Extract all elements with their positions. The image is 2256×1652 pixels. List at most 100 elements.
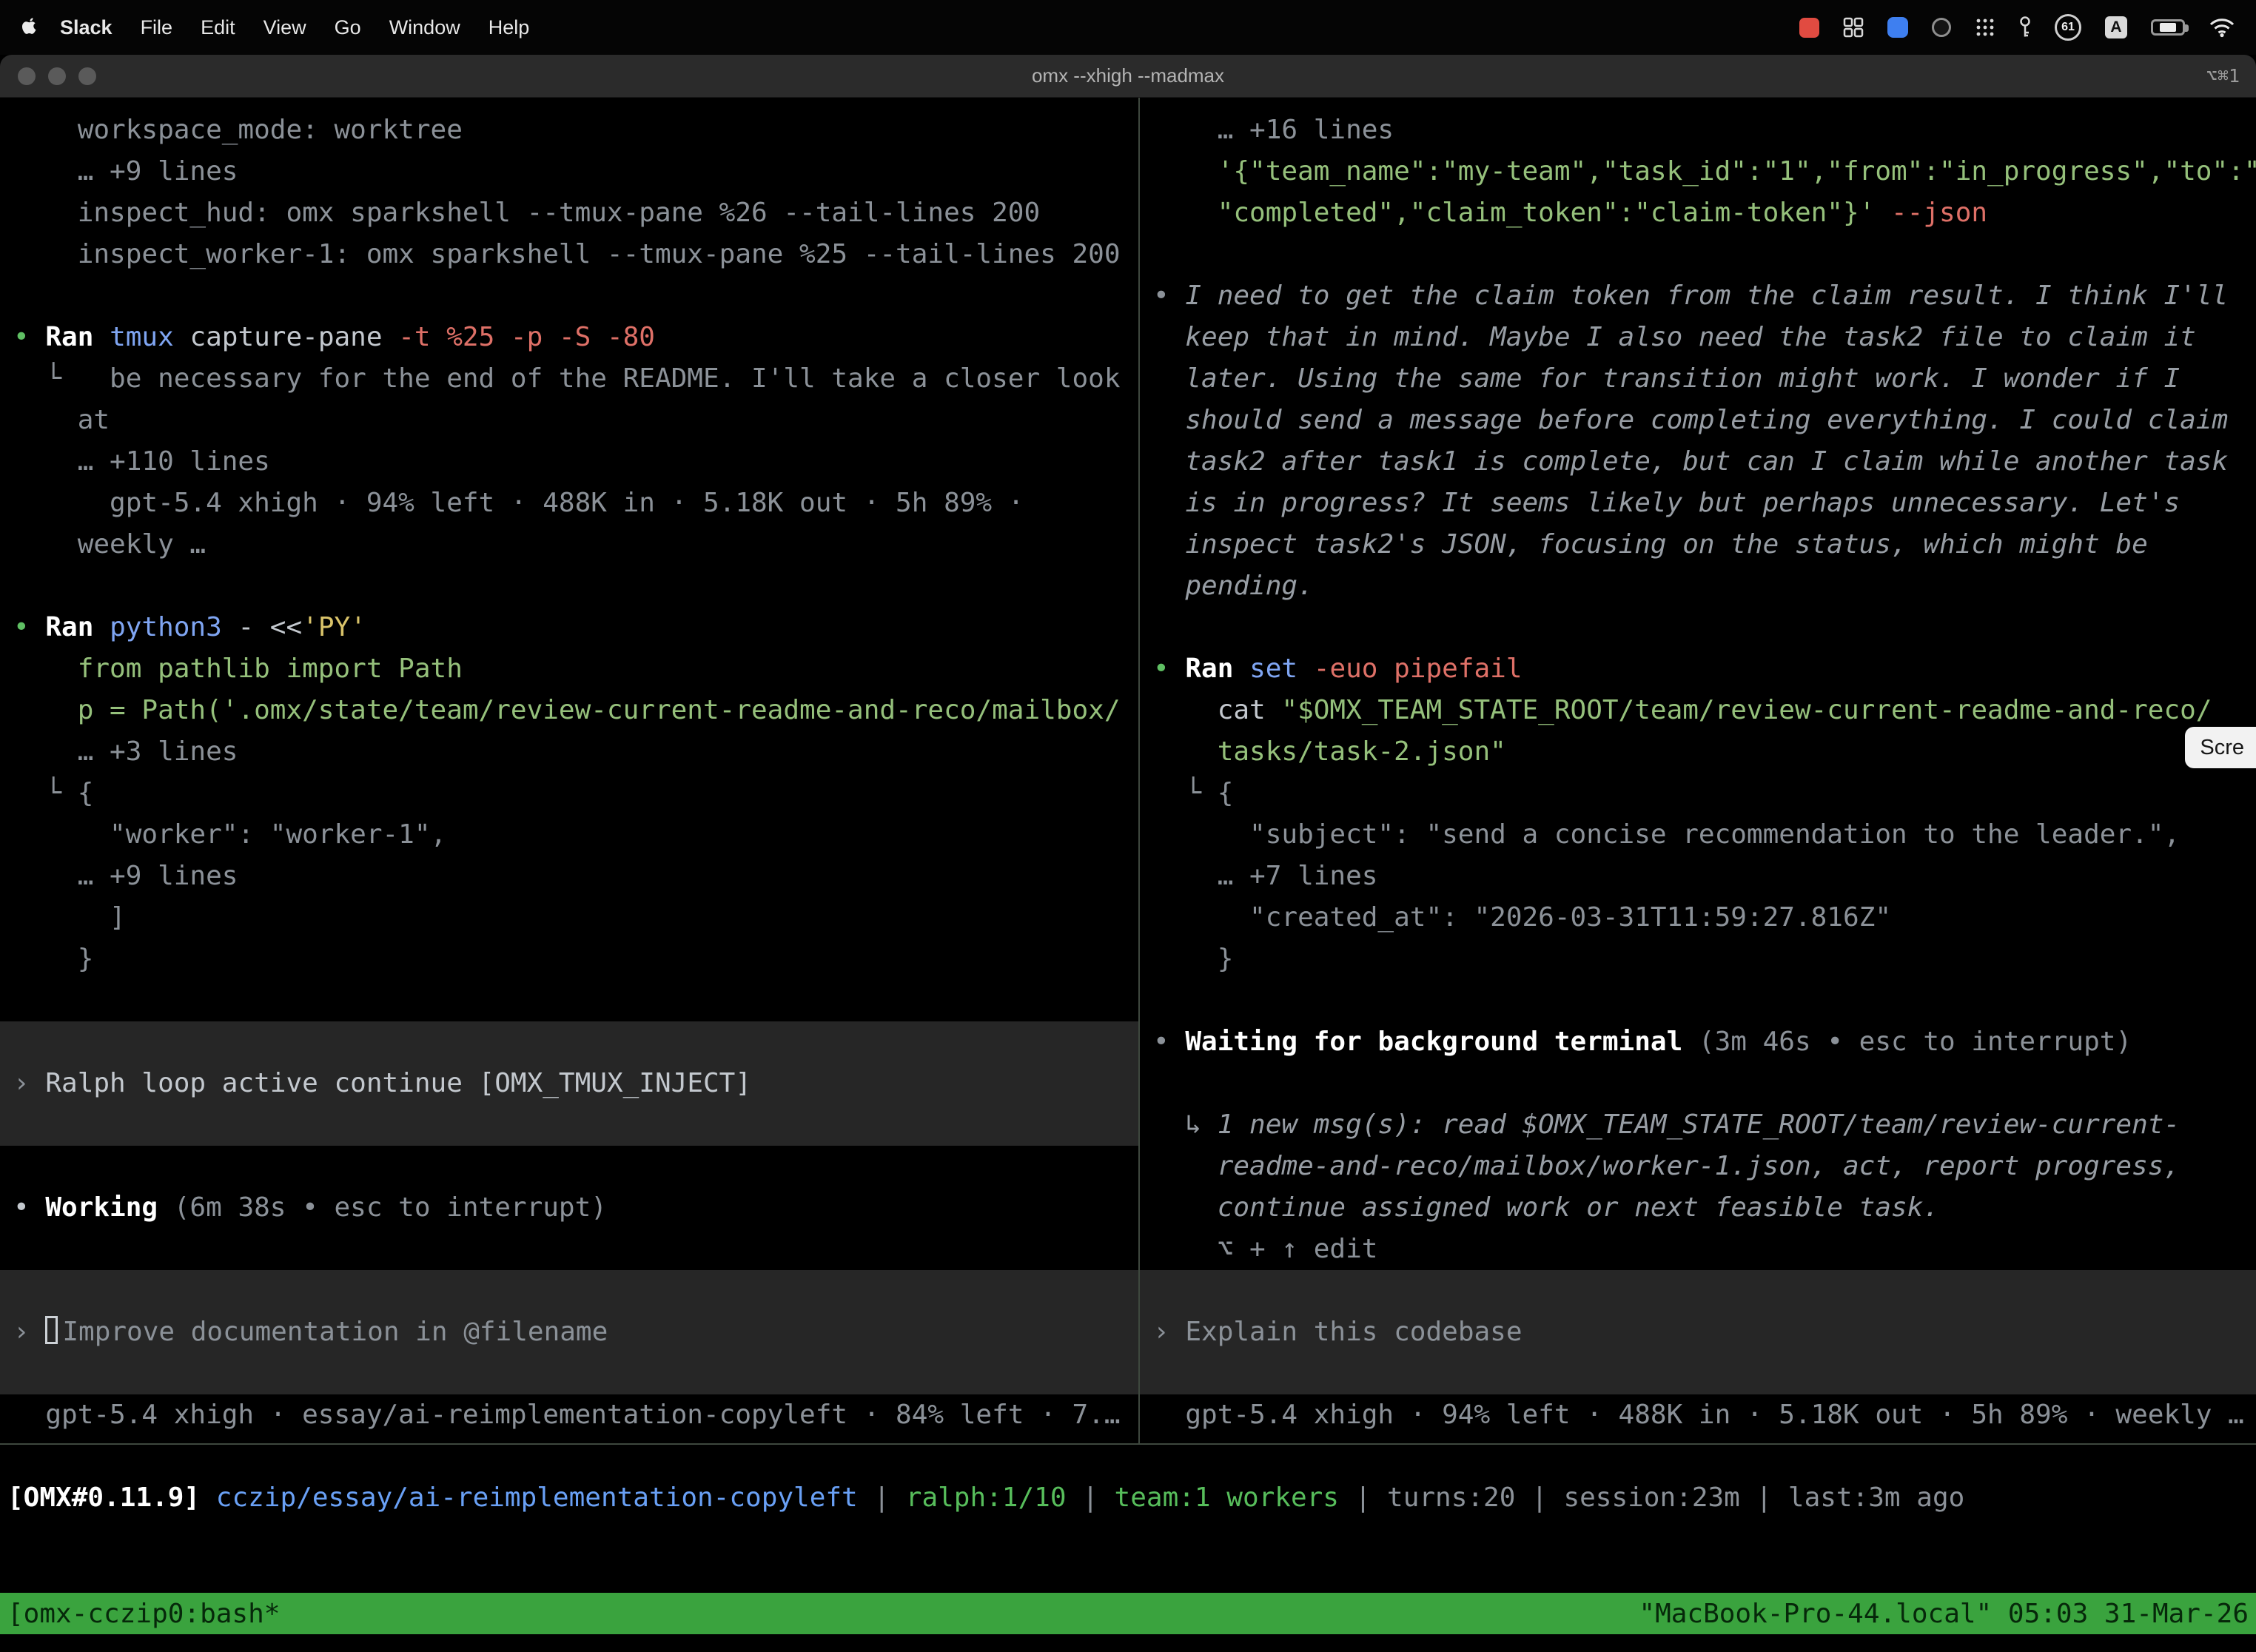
menu-status-icons: 61 A — [1799, 14, 2241, 41]
tmux-status-bar: [omx-cczip0:bash* "MacBook-Pro-44.local"… — [0, 1593, 2256, 1634]
terminal-text: | — [1740, 1483, 1788, 1513]
blue-app-icon[interactable] — [1887, 17, 1908, 38]
close-button[interactable] — [18, 67, 36, 85]
screenshot-popup[interactable]: Scre — [2185, 727, 2256, 768]
menu-item-window[interactable]: Window — [375, 16, 474, 39]
terminal-text: tasks/task-2.json" — [1218, 736, 1506, 767]
blank-line — [1153, 607, 2243, 648]
terminal-text: • — [13, 612, 45, 642]
input-source-icon[interactable]: A — [2105, 16, 2127, 38]
terminal-text: '{"team_name":"my-team","task_id":"1","f… — [1153, 156, 2256, 187]
terminal-line: later. Using the same for transition mig… — [1153, 358, 2243, 400]
screen-recording-indicator-icon[interactable] — [1799, 18, 1819, 38]
dots-grid-icon[interactable] — [1975, 17, 1995, 38]
terminal-text: ] — [13, 902, 126, 933]
terminal-text: ralph:1/10 — [906, 1483, 1067, 1513]
terminal-text: › — [13, 1317, 45, 1347]
terminal-text: Ran — [45, 612, 110, 642]
terminal-line: p = Path('.omx/state/team/review-current… — [13, 690, 1125, 731]
terminal-line: … +3 lines — [13, 731, 1125, 773]
terminal-text: capture-pane — [189, 322, 398, 352]
blank-line — [13, 980, 1125, 1021]
terminal-line: inspect_worker-1: omx sparkshell --tmux-… — [13, 234, 1125, 275]
terminal-text: … +7 lines — [1153, 861, 1377, 891]
menu-item-help[interactable]: Help — [474, 16, 544, 39]
terminal-line: from pathlib import Path — [13, 648, 1125, 690]
wifi-icon[interactable] — [2209, 17, 2235, 38]
terminal-text: -t %25 -p -S -80 — [398, 322, 655, 352]
terminal-text: gpt-5.4 xhigh · 94% left · 488K in · 5.1… — [13, 488, 1024, 518]
terminal-line: • Ran python3 - <<'PY' — [13, 607, 1125, 648]
apple-menu-icon[interactable] — [21, 17, 38, 38]
terminal-line: at — [13, 400, 1125, 441]
terminal-pane-right[interactable]: … +16 lines '{"team_name":"my-team","tas… — [1140, 98, 2256, 1443]
battery-nub — [2185, 24, 2189, 32]
terminal-line: "subject": "send a concise recommendatio… — [1153, 814, 2243, 856]
terminal-text: } — [1153, 944, 1233, 974]
prompt-input-right[interactable]: › Explain this codebase — [1140, 1270, 2256, 1394]
blank-line — [13, 275, 1125, 317]
terminal-text: session:23m — [1563, 1483, 1739, 1513]
terminal-text: Ralph loop active continue [OMX_TMUX_INJ… — [45, 1068, 751, 1098]
terminal-text: workspace_mode: worktree — [13, 115, 463, 145]
terminal-text: inspect_hud: omx sparkshell --tmux-pane … — [13, 198, 1040, 228]
terminal-line: continue assigned work or next feasible … — [1153, 1187, 2243, 1229]
minimize-button[interactable] — [48, 67, 66, 85]
injected-message-row[interactable]: › Ralph loop active continue [OMX_TMUX_I… — [0, 1021, 1138, 1146]
round-app-icon[interactable] — [1932, 18, 1951, 37]
menu-item-view[interactable]: View — [249, 16, 320, 39]
terminal-text: -euo pipefail — [1314, 654, 1523, 684]
terminal-line: should send a message before completing … — [1153, 400, 2243, 441]
key-icon[interactable] — [2019, 16, 2031, 38]
tmux-session-window[interactable]: [omx-cczip0:bash* — [7, 1599, 280, 1629]
terminal-line: workspace_mode: worktree — [13, 110, 1125, 151]
terminal-text: … +16 lines — [1153, 115, 1394, 145]
terminal-text: Improve documentation in @filename — [62, 1317, 608, 1347]
terminal-text: › — [1153, 1317, 1185, 1347]
terminal-text: "$OMX_TEAM_STATE_ROOT/team/review-curren… — [1281, 695, 2212, 725]
terminal-text: … +9 lines — [13, 156, 238, 187]
terminal-text: … +9 lines — [13, 861, 238, 891]
terminal-text — [200, 1483, 216, 1513]
grid-app-icon[interactable] — [1843, 17, 1864, 38]
terminal-text: [OMX#0.11.9] — [7, 1483, 200, 1513]
terminal-text: cczip/essay/ai-reimplementation-copyleft — [216, 1483, 858, 1513]
blank-line — [13, 565, 1125, 607]
zoom-button[interactable] — [78, 67, 96, 85]
menu-item-edit[interactable]: Edit — [187, 16, 249, 39]
terminal-text: tmux — [110, 322, 189, 352]
traffic-lights — [0, 67, 96, 85]
terminal-text: "subject": "send a concise recommendatio… — [1153, 819, 2180, 850]
terminal-text: • — [1153, 1027, 1185, 1057]
terminal-line: '{"team_name":"my-team","task_id":"1","f… — [1153, 151, 2243, 192]
terminal-line: inspect_hud: omx sparkshell --tmux-pane … — [13, 192, 1125, 234]
prompt-input-left[interactable]: › Improve documentation in @filename — [0, 1270, 1138, 1394]
terminal-text: python3 — [110, 612, 238, 642]
terminal-line: • Ran tmux capture-pane -t %25 -p -S -80 — [13, 317, 1125, 358]
window-title: omx --xhigh --madmax — [0, 64, 2256, 87]
menu-app-name[interactable]: Slack — [46, 16, 127, 39]
terminal-text: • — [1153, 654, 1185, 684]
terminal-text: pending. — [1153, 571, 1314, 601]
terminal-line: task2 after task1 is complete, but can I… — [1153, 441, 2243, 483]
menu-item-file[interactable]: File — [127, 16, 187, 39]
blank-line — [1153, 980, 2243, 1021]
omx-session-status: [OMX#0.11.9] cczip/essay/ai-reimplementa… — [7, 1477, 2243, 1519]
blank-line — [13, 1146, 1125, 1187]
battery-icon[interactable] — [2151, 19, 2185, 36]
battery-percentage-icon[interactable]: 61 — [2055, 14, 2081, 41]
tmux-top-panes: workspace_mode: worktree … +9 lines insp… — [0, 98, 2256, 1443]
terminal-line: keep that in mind. Maybe I also need the… — [1153, 317, 2243, 358]
terminal-line: "completed","claim_token":"claim-token"}… — [1153, 192, 2243, 234]
menu-item-go[interactable]: Go — [320, 16, 375, 39]
terminal-pane-bottom[interactable]: [OMX#0.11.9] cczip/essay/ai-reimplementa… — [0, 1445, 2256, 1593]
window-titlebar[interactable]: omx --xhigh --madmax ⌥⌘1 — [0, 55, 2256, 98]
terminal-pane-left[interactable]: workspace_mode: worktree … +9 lines insp… — [0, 98, 1138, 1443]
blank-line — [1153, 1063, 2243, 1104]
terminal-text: "created_at": "2026-03-31T11:59:27.816Z" — [1153, 902, 1891, 933]
menu-left: Slack File Edit View Go Window Help — [15, 16, 543, 39]
text-cursor — [45, 1316, 58, 1344]
terminal-text: Explain this codebase — [1185, 1317, 1522, 1347]
terminal-text: … +3 lines — [13, 736, 238, 767]
terminal-line: cat "$OMX_TEAM_STATE_ROOT/team/review-cu… — [1153, 690, 2243, 731]
